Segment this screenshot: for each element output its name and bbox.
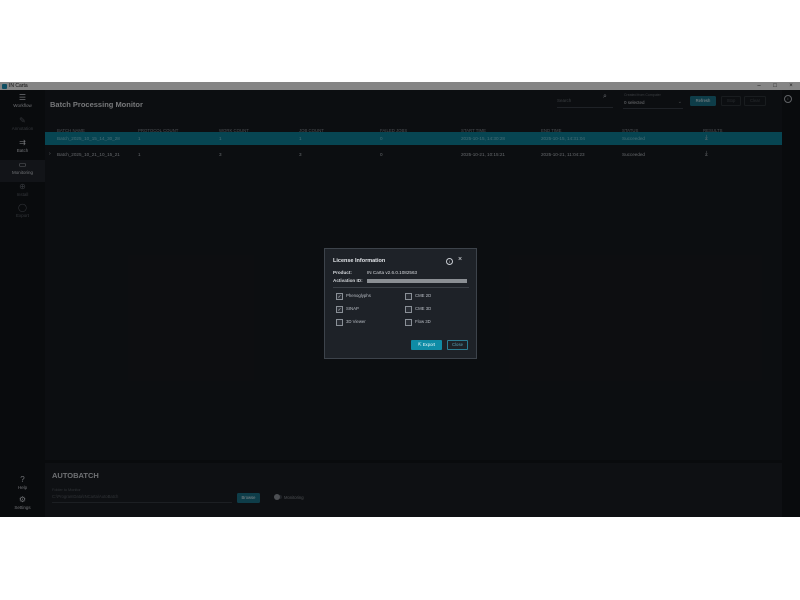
- product-value: IN Carta v2.6.0.1082563: [367, 270, 418, 275]
- checkbox-flow-3d[interactable]: [405, 319, 412, 326]
- checkbox-label: Phenoglyphs: [346, 293, 371, 298]
- checkbox-label: SINAP: [346, 306, 359, 311]
- export-button[interactable]: ⇱ Export: [411, 340, 442, 350]
- checkbox-label: CME 2D: [415, 293, 432, 298]
- checkbox-phenoglyphs[interactable]: ✓: [336, 293, 343, 300]
- info-icon[interactable]: i: [446, 258, 453, 265]
- activation-label: Activation ID:: [333, 278, 363, 283]
- checkbox-cme-2d[interactable]: [405, 293, 412, 300]
- license-dialog: License Information i × Product: IN Cart…: [324, 248, 477, 359]
- checkbox-label: CME 3D: [415, 306, 432, 311]
- checkbox-3d-viewer[interactable]: [336, 319, 343, 326]
- divider: [333, 287, 469, 288]
- checkbox-label: 3D Viewer: [346, 319, 366, 324]
- dialog-title: License Information: [333, 258, 386, 264]
- close-button[interactable]: Close: [447, 340, 468, 350]
- checkbox-label: Flow 3D: [415, 319, 431, 324]
- activation-id-redacted: [367, 279, 467, 283]
- checkbox-cme-3d[interactable]: [405, 306, 412, 313]
- checkbox-sinap[interactable]: ✓: [336, 306, 343, 313]
- close-icon[interactable]: ×: [458, 256, 462, 263]
- product-label: Product:: [333, 270, 352, 275]
